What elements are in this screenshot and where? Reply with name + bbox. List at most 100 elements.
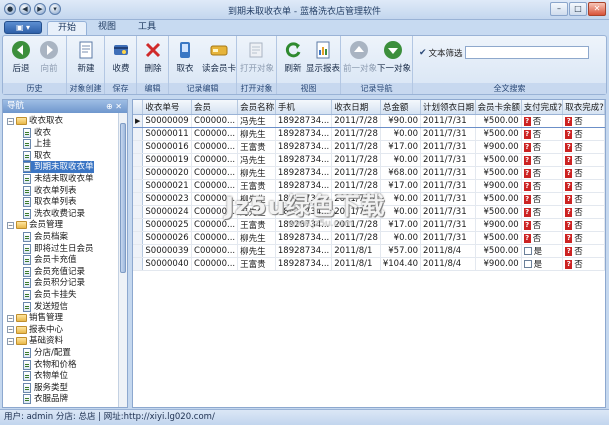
nav-item[interactable]: 会员卡挂失: [23, 289, 77, 301]
table-cell-balance[interactable]: ¥500.00: [475, 244, 522, 258]
next-object-button[interactable]: 下一对象: [377, 38, 411, 82]
nav-folder[interactable]: − 收衣取衣: [7, 115, 63, 127]
table-cell-picked[interactable]: ? 否: [562, 127, 605, 141]
table-cell-no[interactable]: S0000016: [142, 140, 193, 154]
table-cell-plan[interactable]: 2011/8/4: [420, 244, 476, 258]
table-cell-paid[interactable]: ? 否: [521, 113, 564, 128]
table-cell-name[interactable]: 冯先生: [237, 153, 276, 167]
nav-folder[interactable]: − 基础资料: [7, 335, 63, 347]
table-cell-date[interactable]: 2011/7/28: [331, 153, 381, 167]
nav-item[interactable]: 会员档案: [23, 231, 68, 243]
nav-item[interactable]: 衣物和价格: [23, 359, 77, 371]
read-member-card-button[interactable]: 读会员卡: [201, 38, 237, 82]
table-cell-date[interactable]: 2011/8/1: [331, 257, 381, 271]
table-cell-no[interactable]: S0000025: [142, 218, 193, 232]
table-cell-paid[interactable]: ? 否: [521, 218, 564, 232]
table-cell-paid[interactable]: ? 否: [521, 179, 564, 193]
nav-item[interactable]: 衣物单位: [23, 370, 68, 382]
table-cell-plan[interactable]: 2011/7/31: [420, 166, 476, 180]
nav-folder[interactable]: − 销售管理: [7, 312, 63, 324]
filter-check-icon[interactable]: ✔: [419, 48, 427, 58]
table-cell-amount[interactable]: ¥17.00: [380, 218, 422, 232]
nav-item[interactable]: 上挂: [23, 138, 51, 150]
table-cell-name[interactable]: 柳先生: [237, 166, 276, 180]
table-cell-paid[interactable]: ? 否: [521, 127, 564, 141]
nav-scrollbar[interactable]: [118, 113, 127, 407]
row-indicator[interactable]: [133, 153, 144, 167]
table-cell-paid[interactable]: ? 否: [521, 140, 564, 154]
column-header[interactable]: 计划领衣日期: [420, 100, 476, 115]
table-cell-picked[interactable]: ? 否: [562, 244, 605, 258]
table-cell-paid[interactable]: ? 否: [521, 153, 564, 167]
table-cell-plan[interactable]: 2011/7/31: [420, 218, 476, 232]
table-cell-date[interactable]: 2011/8/1: [331, 244, 381, 258]
open-object-button[interactable]: 打开对象: [240, 38, 274, 82]
table-cell-plan[interactable]: 2011/7/31: [420, 205, 476, 219]
table-cell-no[interactable]: S0000021: [142, 179, 193, 193]
table-cell-balance[interactable]: ¥500.00: [475, 153, 522, 167]
table-cell-balance[interactable]: ¥500.00: [475, 166, 522, 180]
row-indicator[interactable]: [133, 179, 144, 193]
table-row[interactable]: ▶ S0000009 C00000... 冯先生 18928734... 2011/7/2…: [133, 113, 605, 128]
table-cell-picked[interactable]: ? 否: [562, 113, 605, 128]
table-cell-member[interactable]: C00000...: [191, 231, 239, 245]
column-header[interactable]: 会员: [191, 100, 239, 115]
table-cell-member[interactable]: C00000...: [191, 127, 239, 141]
maximize-icon[interactable]: □: [569, 2, 587, 16]
tab-tools[interactable]: 工具: [130, 21, 164, 35]
row-indicator[interactable]: ▶: [133, 113, 144, 128]
nav-item[interactable]: 收衣: [23, 127, 51, 139]
table-cell-phone[interactable]: 18928734...: [275, 257, 333, 271]
table-cell-phone[interactable]: 18928734...: [275, 231, 333, 245]
table-cell-plan[interactable]: 2011/7/31: [420, 231, 476, 245]
nav-item[interactable]: 会员积分记录: [23, 277, 85, 289]
row-indicator[interactable]: [133, 205, 144, 219]
table-cell-picked[interactable]: ? 否: [562, 231, 605, 245]
tab-view[interactable]: 视图: [90, 21, 124, 35]
table-cell-picked[interactable]: ? 否: [562, 179, 605, 193]
table-cell-plan[interactable]: 2011/7/31: [420, 192, 476, 206]
charge-button[interactable]: 收费: [105, 38, 137, 82]
expand-toggle-icon[interactable]: −: [7, 221, 14, 229]
table-cell-picked[interactable]: ? 否: [562, 166, 605, 180]
expand-toggle-icon[interactable]: −: [7, 117, 14, 125]
forward-button[interactable]: 向前: [33, 38, 65, 82]
minimize-icon[interactable]: –: [550, 2, 568, 16]
table-cell-no[interactable]: S0000024: [142, 205, 193, 219]
nav-item[interactable]: 收衣单列表: [23, 185, 77, 197]
table-cell-paid[interactable]: ? 否: [521, 205, 564, 219]
table-cell-phone[interactable]: 18928734...: [275, 153, 333, 167]
text-filter-input[interactable]: [464, 46, 589, 59]
table-cell-no[interactable]: S0000040: [142, 257, 193, 271]
table-cell-balance[interactable]: ¥500.00: [475, 231, 522, 245]
table-cell-amount[interactable]: ¥68.00: [380, 166, 422, 180]
row-indicator[interactable]: [133, 231, 144, 245]
table-cell-name[interactable]: 柳先生: [237, 127, 276, 141]
table-cell-amount[interactable]: ¥0.00: [380, 192, 422, 206]
table-cell-member[interactable]: C00000...: [191, 140, 239, 154]
table-cell-picked[interactable]: ? 否: [562, 205, 605, 219]
table-cell-plan[interactable]: 2011/8/4: [420, 257, 476, 271]
table-row[interactable]: S0000020 C00000... 柳先生 18928734... 2011/7/28…: [133, 166, 605, 180]
table-cell-phone[interactable]: 18928734...: [275, 127, 333, 141]
pin-icon[interactable]: ⊕ ✕: [106, 100, 122, 113]
table-row[interactable]: S0000011 C00000... 柳先生 18928734... 2011/7/28…: [133, 127, 605, 141]
nav-item[interactable]: 服务类型: [23, 382, 68, 394]
row-indicator[interactable]: [133, 244, 144, 258]
column-header[interactable]: 收衣单号: [142, 100, 193, 115]
column-header[interactable]: 会员卡余额: [475, 100, 522, 115]
nav-item[interactable]: 未结未取收衣单: [23, 173, 94, 185]
table-cell-no[interactable]: S0000020: [142, 166, 193, 180]
nav-item[interactable]: 衣服品牌: [23, 393, 68, 405]
table-cell-member[interactable]: C00000...: [191, 257, 239, 271]
table-cell-paid[interactable]: ? 否: [521, 166, 564, 180]
column-header[interactable]: 总金额: [380, 100, 422, 115]
table-cell-amount[interactable]: ¥0.00: [380, 127, 422, 141]
application-menu-button[interactable]: ▣ ▾: [4, 21, 42, 34]
table-cell-name[interactable]: 王富贵: [237, 257, 276, 271]
table-cell-amount[interactable]: ¥57.00: [380, 244, 422, 258]
table-cell-plan[interactable]: 2011/7/31: [420, 153, 476, 167]
expand-toggle-icon[interactable]: −: [7, 326, 14, 334]
nav-item[interactable]: 取衣: [23, 150, 51, 162]
table-cell-amount[interactable]: ¥17.00: [380, 140, 422, 154]
